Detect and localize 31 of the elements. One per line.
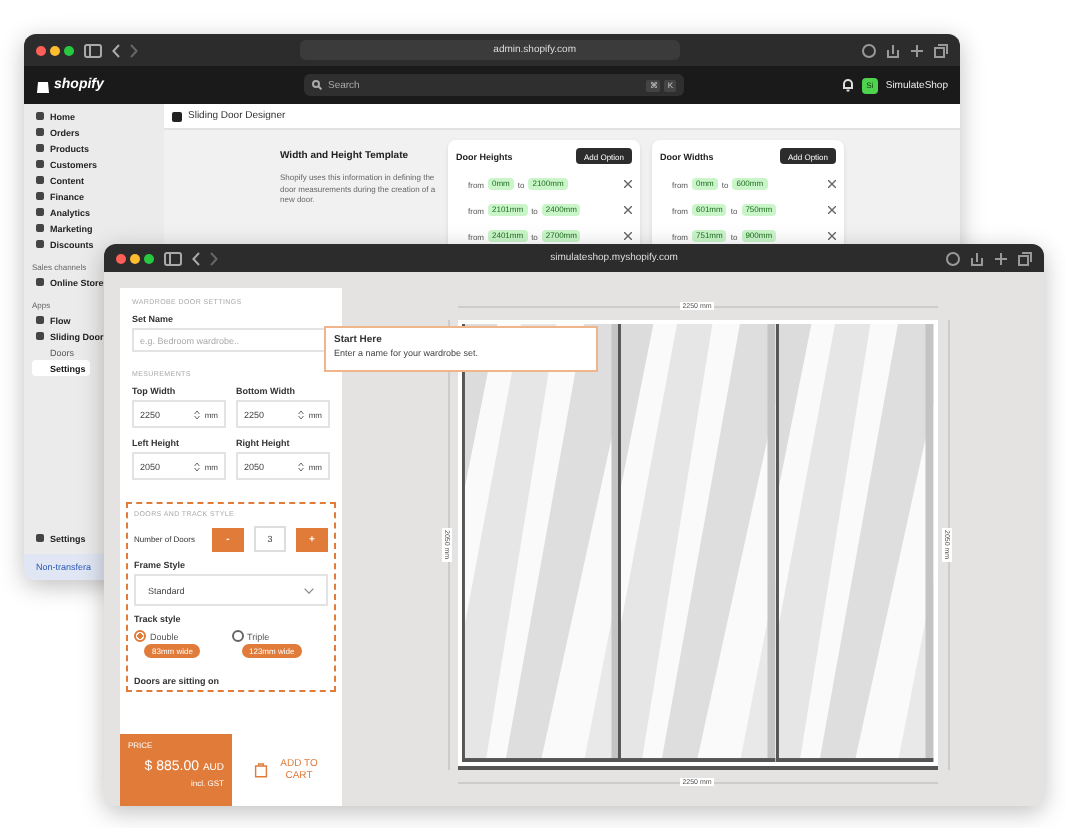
close-icon[interactable] [828,180,836,188]
bag-icon [253,762,267,778]
forward-icon[interactable] [130,43,138,57]
tabs-icon[interactable] [934,43,948,57]
close-icon[interactable] [624,206,632,214]
radio-button[interactable] [231,630,243,642]
back-icon[interactable] [192,251,200,265]
close-icon[interactable] [624,180,632,188]
share-icon[interactable] [886,43,900,57]
stepper-icon[interactable] [194,461,201,471]
stepper-icon[interactable] [298,409,305,419]
close-icon[interactable] [828,206,836,214]
tabs-icon[interactable] [1018,251,1032,265]
download-icon[interactable] [862,43,876,57]
new-tab-icon[interactable] [994,251,1008,265]
chevron-down-icon [304,587,314,593]
forward-icon[interactable] [210,251,218,265]
bell-icon[interactable] [841,78,854,92]
stepper-icon[interactable] [298,461,305,471]
share-icon[interactable] [970,251,984,265]
stepper-icon[interactable] [194,409,201,419]
close-icon[interactable] [828,232,836,240]
close-icon[interactable] [624,232,632,240]
radio-button[interactable] [134,630,146,642]
sidebar-icon[interactable] [164,251,182,265]
download-icon[interactable] [946,251,960,265]
app-icon [172,111,182,121]
sidebar-icon[interactable] [84,43,102,57]
new-tab-icon[interactable] [910,43,924,57]
back-icon[interactable] [112,43,120,57]
search-icon [312,80,322,90]
